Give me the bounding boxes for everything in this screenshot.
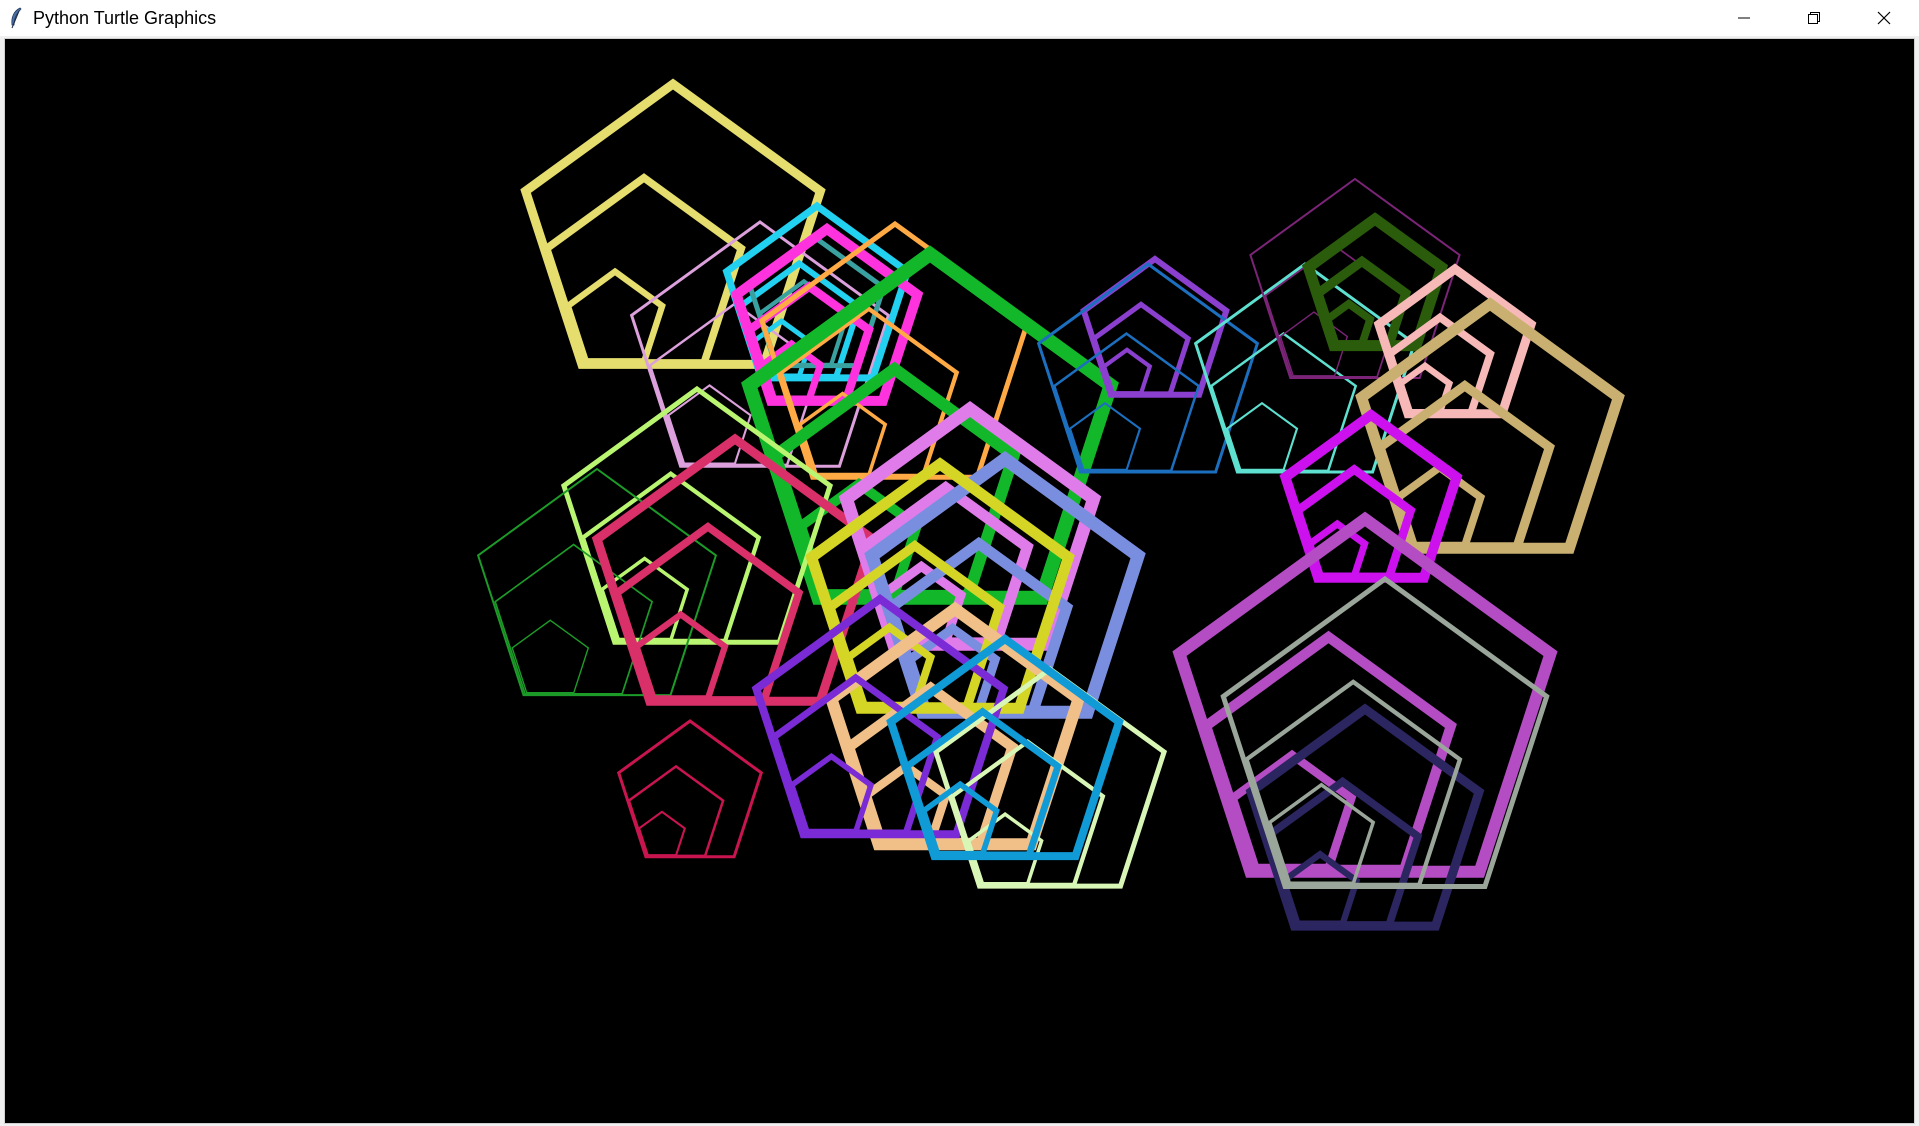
pentagon-shape <box>1101 347 1153 396</box>
pentagon-shape <box>632 610 729 702</box>
pentagon-shape <box>637 810 687 857</box>
pentagon-shape <box>1225 401 1299 471</box>
title-bar[interactable]: Python Turtle Graphics <box>0 0 1919 36</box>
close-icon <box>1877 11 1891 25</box>
window-controls <box>1709 0 1919 36</box>
pentagon-shape <box>511 619 590 694</box>
pentagon-drawing <box>476 78 1625 931</box>
pentagon-shape <box>1322 298 1375 349</box>
minimize-button[interactable] <box>1709 0 1779 36</box>
turtle-window: Python Turtle Graphics <box>0 0 1919 1126</box>
restore-icon <box>1808 12 1820 24</box>
minimize-icon <box>1738 17 1750 19</box>
feather-icon <box>7 7 25 29</box>
restore-button[interactable] <box>1779 0 1849 36</box>
turtle-canvas[interactable] <box>4 38 1915 1124</box>
pentagon-group <box>616 719 764 859</box>
pentagon-shape <box>564 267 666 365</box>
pentagon-group <box>1220 575 1550 889</box>
close-button[interactable] <box>1849 0 1919 36</box>
pentagon-group <box>1172 511 1558 878</box>
window-title: Python Turtle Graphics <box>33 7 217 28</box>
